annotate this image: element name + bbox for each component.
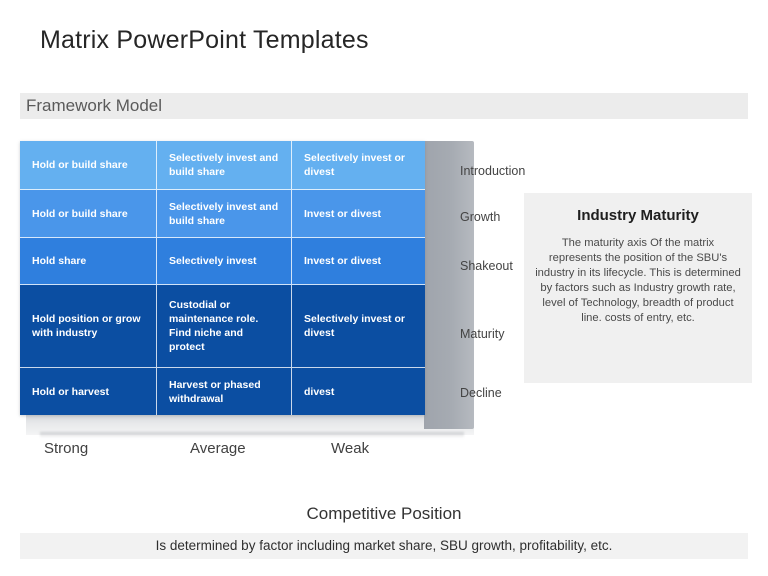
matrix-base-shadow [40,432,464,438]
position-label-weak: Weak [331,440,370,457]
footer-subtitle: Is determined by factor including market… [155,538,613,553]
matrix-row: Hold or build share Selectively invest an… [20,141,425,190]
stage-label-maturity: Maturity [460,327,505,341]
matrix-cell: divest [304,385,335,398]
matrix-grid: Hold or build share Selectively invest an… [20,141,425,415]
matrix-cell: Hold position or grow with industry [20,285,157,367]
matrix-cell: Invest or divest [304,207,382,220]
matrix-cell: Selectively invest [157,238,292,284]
position-label-strong: Strong [44,440,89,457]
matrix-cell: Selectively invest and build share [157,190,292,237]
matrix-cell: Custodial or maintenance role. Find nich… [157,285,292,367]
matrix-row: Hold or harvest Harvest or phased withdra… [20,368,425,415]
matrix-cell: Invest or divest [304,255,382,267]
matrix-cell: Selectively invest or divest [304,313,405,339]
matrix-cell: Harvest or phased withdrawal [157,368,292,415]
stage-label-shakeout: Shakeout [460,259,513,273]
section-header-label: Framework Model [26,96,163,115]
page-title: Matrix PowerPoint Templates [40,26,369,54]
matrix-cell: Hold share [20,238,157,284]
stage-label-decline: Decline [460,386,502,400]
matrix-cell: Hold or build share [20,190,157,237]
info-box-title: Industry Maturity [577,207,699,224]
stage-label-introduction: Introduction [460,164,526,178]
matrix-row: Hold or build share Selectively invest an… [20,190,425,238]
matrix-cell: Selectively invest or divest [304,152,405,178]
matrix-cell: Hold or harvest [20,368,157,415]
matrix-diagram: Hold or build share Selectively invest an… [20,141,474,438]
matrix-cell: Selectively invest and build share [157,141,292,189]
footer-axis-title: Competitive Position [306,504,462,523]
position-label-average: Average [190,440,246,457]
matrix-row: Hold position or grow with industry Custo… [20,285,425,368]
info-box-body: The maturity axis Of the matrix represen… [535,237,741,324]
matrix-row: Hold share Selectively invest Invest or di… [20,238,425,285]
matrix-cell: Hold or build share [20,141,157,189]
industry-maturity-info-box: Industry Maturity The maturity axis Of t… [524,193,752,383]
stage-label-growth: Growth [460,210,501,224]
